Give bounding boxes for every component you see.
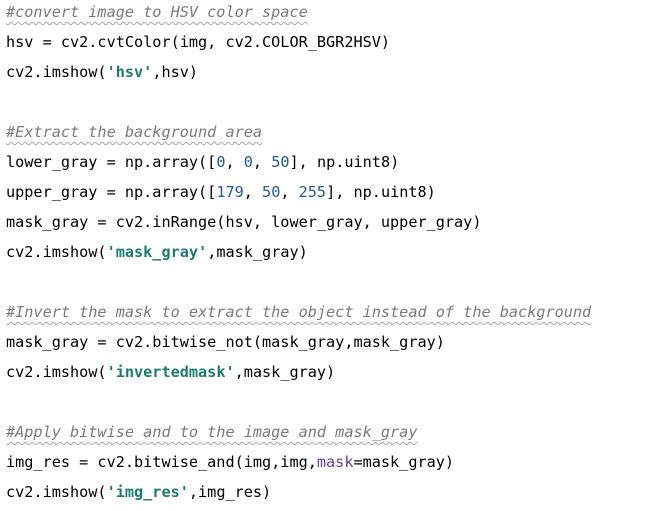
code-token-plain: ,mask_gray) (234, 363, 336, 381)
code-token-plain: ], np.uint8) (326, 183, 436, 201)
code-comment-line: #Apply bitwise and to the image and mask… (6, 420, 417, 444)
code-token-plain: ,mask_gray) (207, 243, 308, 261)
code-token-string: 'invertedmask' (106, 363, 235, 381)
code-token-number: 50 (262, 183, 281, 201)
code-comment-line: #Extract the background area (6, 120, 262, 144)
code-token-number: 255 (298, 183, 327, 201)
code-token-plain: lower_gray = np.array([ (6, 153, 217, 171)
code-line: lower_gray = np.array([0, 0, 50], np.uin… (6, 150, 399, 174)
code-token-number: 50 (271, 153, 290, 171)
code-token-plain: img_res = cv2.bitwise_and(img,img, (6, 453, 317, 471)
code-token-comment: #Extract the background area (6, 123, 263, 141)
code-line: img_res = cv2.bitwise_and(img,img,mask=m… (6, 450, 454, 474)
code-token-plain: mask_gray = cv2.bitwise_not(mask_gray,ma… (6, 333, 445, 351)
code-token-comment: #convert image to HSV color space (6, 3, 308, 21)
code-comment-line: #convert image to HSV color space (6, 0, 308, 24)
code-token-plain: , (252, 153, 272, 171)
code-token-string: 'mask_gray' (106, 243, 208, 261)
code-token-plain: =mask_gray) (353, 453, 455, 471)
code-line: upper_gray = np.array([179, 50, 255], np… (6, 180, 436, 204)
code-token-number: 0 (243, 153, 253, 171)
code-token-comment: #Invert the mask to extract the object i… (6, 303, 592, 321)
code-line: cv2.imshow('mask_gray',mask_gray) (6, 240, 308, 264)
code-token-plain: , (225, 153, 244, 171)
code-token-string: 'hsv' (106, 63, 153, 81)
code-line: cv2.imshow('hsv',hsv) (6, 60, 198, 84)
code-token-comment: #Apply bitwise and to the image and mask… (6, 423, 418, 441)
code-token-plain: hsv = cv2.cvtColor(img, cv2.COLOR_BGR2HS… (6, 33, 391, 51)
code-token-number: 179 (216, 183, 244, 201)
code-token-plain: ,hsv) (152, 63, 199, 81)
code-line: mask_gray = cv2.bitwise_not(mask_gray,ma… (6, 330, 445, 354)
code-token-plain: cv2.imshow( (6, 243, 107, 261)
code-token-string: 'img_res' (106, 483, 189, 501)
code-token-plain: mask_gray = cv2.inRange(hsv, lower_gray,… (6, 213, 482, 231)
code-token-plain: , (280, 183, 299, 201)
code-line: hsv = cv2.cvtColor(img, cv2.COLOR_BGR2HS… (6, 30, 390, 54)
code-token-plain: ], np.uint8) (289, 153, 400, 171)
code-token-plain: cv2.imshow( (6, 483, 107, 501)
code-token-plain: cv2.imshow( (6, 363, 107, 381)
code-token-plain: ,img_res) (188, 483, 272, 501)
code-token-plain: cv2.imshow( (6, 63, 107, 81)
code-token-keyword: mask (316, 453, 354, 471)
code-line: cv2.imshow('invertedmask',mask_gray) (6, 360, 335, 384)
code-comment-line: #Invert the mask to extract the object i… (6, 300, 591, 324)
code-editor[interactable]: #convert image to HSV color space hsv = c… (0, 0, 658, 511)
code-token-plain: upper_gray = np.array([ (6, 183, 217, 201)
code-token-plain: , (243, 183, 263, 201)
code-line: mask_gray = cv2.inRange(hsv, lower_gray,… (6, 210, 481, 234)
code-line: cv2.imshow('img_res',img_res) (6, 480, 271, 504)
